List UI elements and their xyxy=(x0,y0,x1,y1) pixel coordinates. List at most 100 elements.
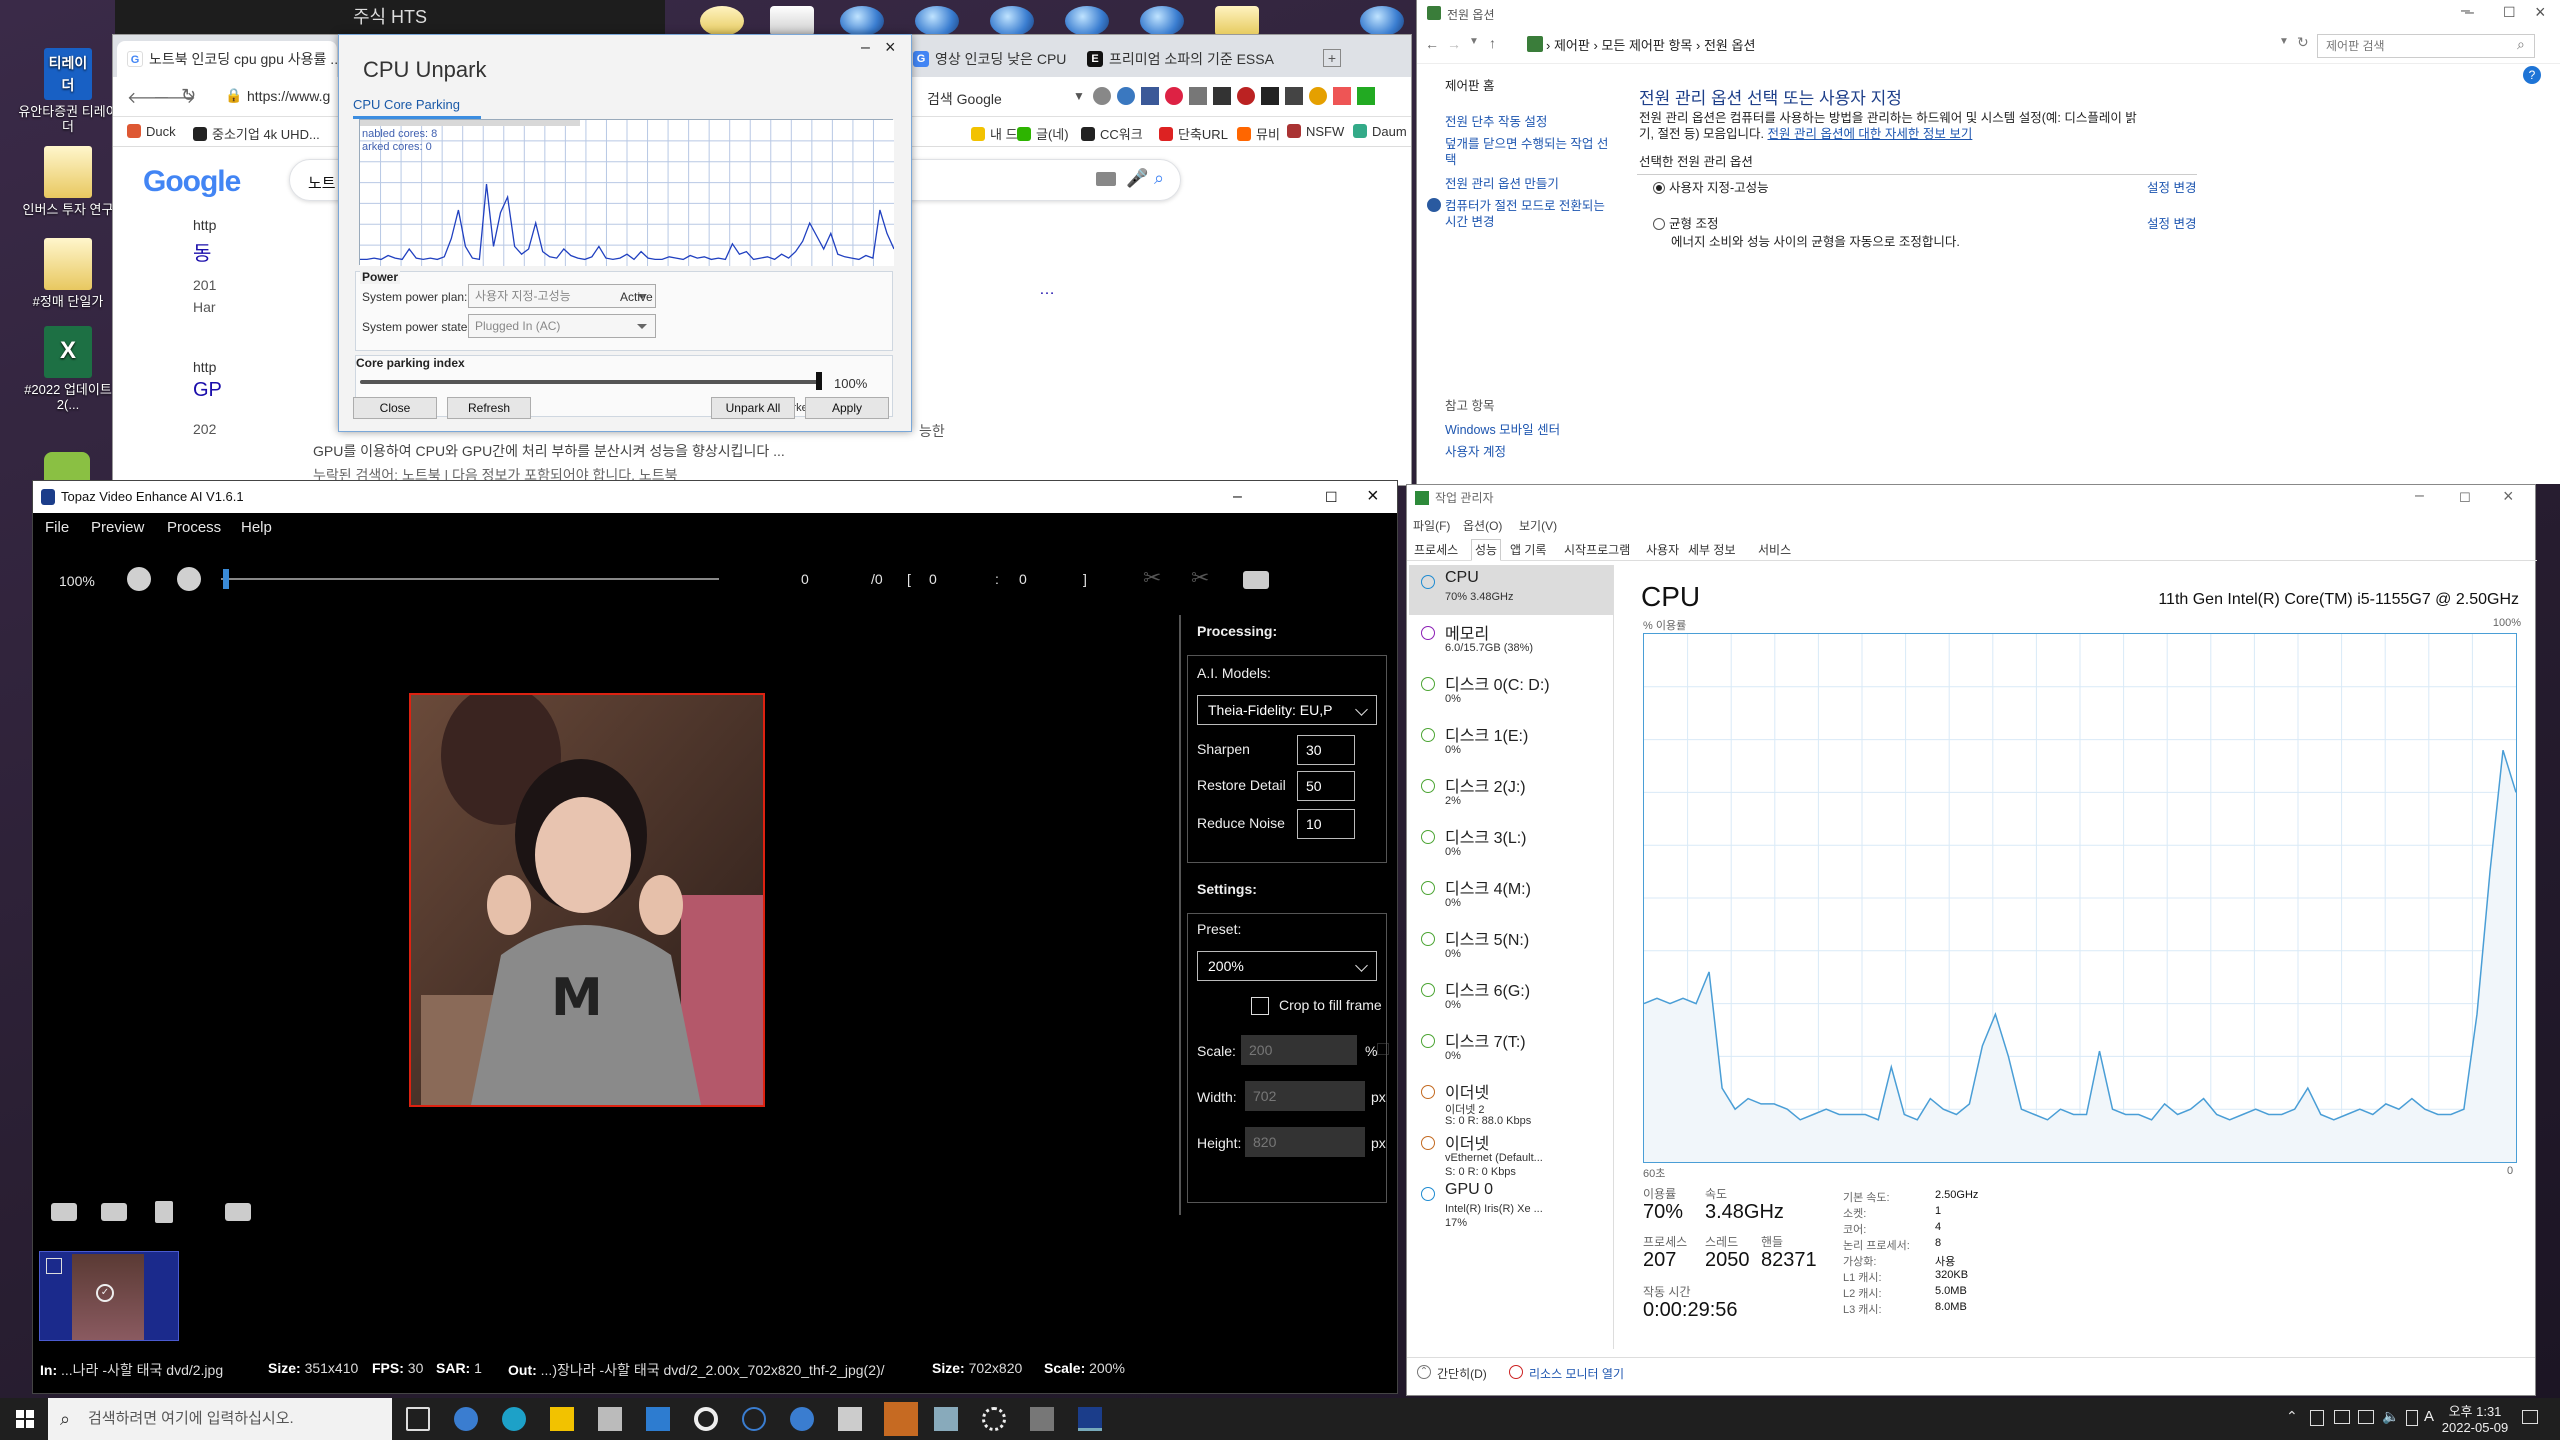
zoom-level[interactable]: 100% xyxy=(59,573,95,589)
slider-thumb[interactable] xyxy=(816,372,822,390)
thumbnail-checkbox[interactable] xyxy=(46,1258,62,1274)
ai-model-select[interactable]: Theia-Fidelity: EU,P xyxy=(1197,695,1377,725)
tab-details[interactable]: 세부 정보 xyxy=(1685,541,1739,558)
tab-processes[interactable]: 프로세스 xyxy=(1411,541,1461,558)
back-icon[interactable]: ← xyxy=(1425,36,1439,52)
globe-icon[interactable] xyxy=(1360,6,1404,36)
menu-file[interactable]: File xyxy=(45,519,69,536)
keyboard-icon[interactable] xyxy=(1096,172,1116,186)
export-video-icon[interactable] xyxy=(225,1203,251,1221)
tray-icon[interactable] xyxy=(2406,1410,2418,1426)
globe-icon[interactable] xyxy=(915,6,959,36)
minimize-button[interactable]: – xyxy=(2465,4,2474,22)
clock-time[interactable]: 오후 1:31 xyxy=(2430,1401,2520,1420)
close-icon[interactable]: × xyxy=(885,37,896,58)
see-also-mobility[interactable]: Windows 모바일 센터 xyxy=(1445,422,1560,438)
sidebar-item-power-button[interactable]: 전원 단추 작동 설정 xyxy=(1445,114,1547,130)
resource-item[interactable]: 이더넷 vEthernet (Default... S: 0 R: 0 Kbps xyxy=(1409,1126,1613,1178)
file-explorer-icon[interactable] xyxy=(550,1407,574,1431)
sidebar-item-sleep[interactable]: 컴퓨터가 절전 모드로 전환되는 시간 변경 xyxy=(1445,198,1615,230)
menu-view[interactable]: 보기(V) xyxy=(1519,517,1557,534)
resource-item[interactable]: 디스크 4(M:) 0% xyxy=(1409,871,1613,921)
bookmark-item[interactable]: Daum xyxy=(1353,124,1407,139)
result-title[interactable]: 동 xyxy=(193,237,211,266)
change-settings-link[interactable]: 설정 변경 xyxy=(2147,180,2196,197)
tab-app-history[interactable]: 앱 기록 xyxy=(1507,541,1549,558)
chevron-up-icon[interactable]: ⌃ xyxy=(1417,1365,1431,1379)
store-icon[interactable] xyxy=(598,1407,622,1431)
reload-icon[interactable]: ↻ xyxy=(181,85,196,106)
chevron-down-icon[interactable]: ▼ xyxy=(1073,89,1085,103)
tab-performance[interactable]: 성능 xyxy=(1471,539,1502,561)
network-icon[interactable] xyxy=(2358,1410,2374,1424)
crop-checkbox[interactable] xyxy=(1251,997,1269,1015)
bookmark-item[interactable]: 단축URL xyxy=(1159,124,1228,143)
menu-help[interactable]: Help xyxy=(241,519,272,536)
resource-item[interactable]: GPU 0 Intel(R) Iris(R) Xe ... 17% xyxy=(1409,1177,1613,1229)
more-info-link[interactable]: 전원 관리 옵션에 대한 자세한 정보 보기 xyxy=(1768,127,1973,141)
close-icon[interactable]: × xyxy=(2535,2,2546,23)
menu-preview[interactable]: Preview xyxy=(91,519,144,536)
volume-icon[interactable]: 🔈 xyxy=(2382,1408,2399,1425)
help-icon[interactable]: ? xyxy=(2523,66,2541,84)
microphone-icon[interactable]: 🎤 xyxy=(1126,168,1148,189)
timeline-slider[interactable] xyxy=(221,578,719,580)
resource-item[interactable]: 이더넷 이더넷 2 S: 0 R: 88.0 Kbps xyxy=(1409,1075,1613,1127)
facebook-icon[interactable] xyxy=(1141,87,1159,105)
minimize-icon[interactable]: – xyxy=(1233,481,1242,513)
tab-services[interactable]: 서비스 xyxy=(1755,541,1794,558)
queue-thumbnail[interactable]: ✓ xyxy=(39,1251,179,1341)
app-icon[interactable] xyxy=(44,452,90,482)
resource-item[interactable]: 디스크 3(L:) 0% xyxy=(1409,820,1613,870)
sidebar-item-create-plan[interactable]: 전원 관리 옵션 만들기 xyxy=(1445,176,1559,192)
extension-icon[interactable] xyxy=(1309,87,1327,105)
globe-icon[interactable] xyxy=(1065,6,1109,36)
battery-icon[interactable] xyxy=(2334,1410,2350,1424)
desktop-shortcut-tireader[interactable]: 티레이더 유안타증권 티레이더 xyxy=(18,48,118,134)
globe-icon[interactable] xyxy=(990,6,1034,36)
trash-icon[interactable] xyxy=(155,1201,173,1223)
refresh-button[interactable]: Refresh xyxy=(447,397,531,419)
resource-item[interactable]: 디스크 6(G:) 0% xyxy=(1409,973,1613,1023)
tab-search[interactable]: G 노트북 인코딩 cpu gpu 사용률 ... xyxy=(117,41,337,77)
core-parking-slider[interactable] xyxy=(360,380,820,384)
timeline-handle[interactable] xyxy=(223,569,229,589)
see-also-user-accounts[interactable]: 사용자 계정 xyxy=(1445,444,1506,460)
maximize-icon[interactable]: ☐ xyxy=(2503,4,2516,21)
restore-detail-input[interactable]: 50 xyxy=(1297,771,1355,801)
app-icon[interactable] xyxy=(838,1407,862,1431)
up-icon[interactable]: ↑ xyxy=(1489,35,1496,51)
bookmark-item[interactable]: CC워크 xyxy=(1081,124,1143,143)
tab-users[interactable]: 사용자 xyxy=(1643,541,1682,558)
chevron-down-icon[interactable]: ▼ xyxy=(2279,36,2289,47)
tray-icon[interactable] xyxy=(2310,1410,2324,1426)
width-input[interactable]: 702 xyxy=(1245,1081,1365,1111)
forward-icon[interactable]: → xyxy=(1447,36,1461,52)
add-video-icon[interactable] xyxy=(51,1203,77,1221)
edge-icon[interactable] xyxy=(502,1407,526,1431)
desktop-shortcut-inverse[interactable]: 인버스 투자 연구 xyxy=(18,146,118,217)
windows-start-icon[interactable] xyxy=(16,1410,34,1428)
bookmark-item[interactable]: NSFW xyxy=(1287,124,1344,139)
task-view-icon[interactable] xyxy=(406,1407,430,1431)
resource-item[interactable]: 디스크 5(N:) 0% xyxy=(1409,922,1613,972)
extension-icon[interactable] xyxy=(1093,87,1111,105)
extension-icon[interactable] xyxy=(1165,87,1183,105)
resource-item[interactable]: 디스크 1(E:) 0% xyxy=(1409,718,1613,768)
scissors-icon[interactable]: ✂ xyxy=(1143,565,1161,591)
change-settings-link[interactable]: 설정 변경 xyxy=(2147,216,2196,233)
radio-unselected[interactable] xyxy=(1653,218,1665,230)
scale-input[interactable]: 200 xyxy=(1241,1035,1357,1065)
desktop-shortcut-excel[interactable]: X #2022 업데이트2(... xyxy=(18,326,118,412)
apply-button[interactable]: Apply xyxy=(805,397,889,419)
chevron-down-icon[interactable]: ▼ xyxy=(1469,36,1479,47)
extension-icon[interactable] xyxy=(1261,87,1279,105)
sidebar-item-home[interactable]: 제어판 홈 xyxy=(1445,78,1494,94)
extension-icon[interactable] xyxy=(1237,87,1255,105)
height-input[interactable]: 820 xyxy=(1245,1127,1365,1157)
clock-date[interactable]: 2022-05-09 xyxy=(2430,1420,2520,1435)
extension-icon[interactable] xyxy=(1213,87,1231,105)
skip-back-icon[interactable] xyxy=(127,567,151,591)
open-resource-monitor-link[interactable]: 리소스 모니터 열기 xyxy=(1529,1365,1624,1382)
app-icon[interactable] xyxy=(1030,1407,1054,1431)
